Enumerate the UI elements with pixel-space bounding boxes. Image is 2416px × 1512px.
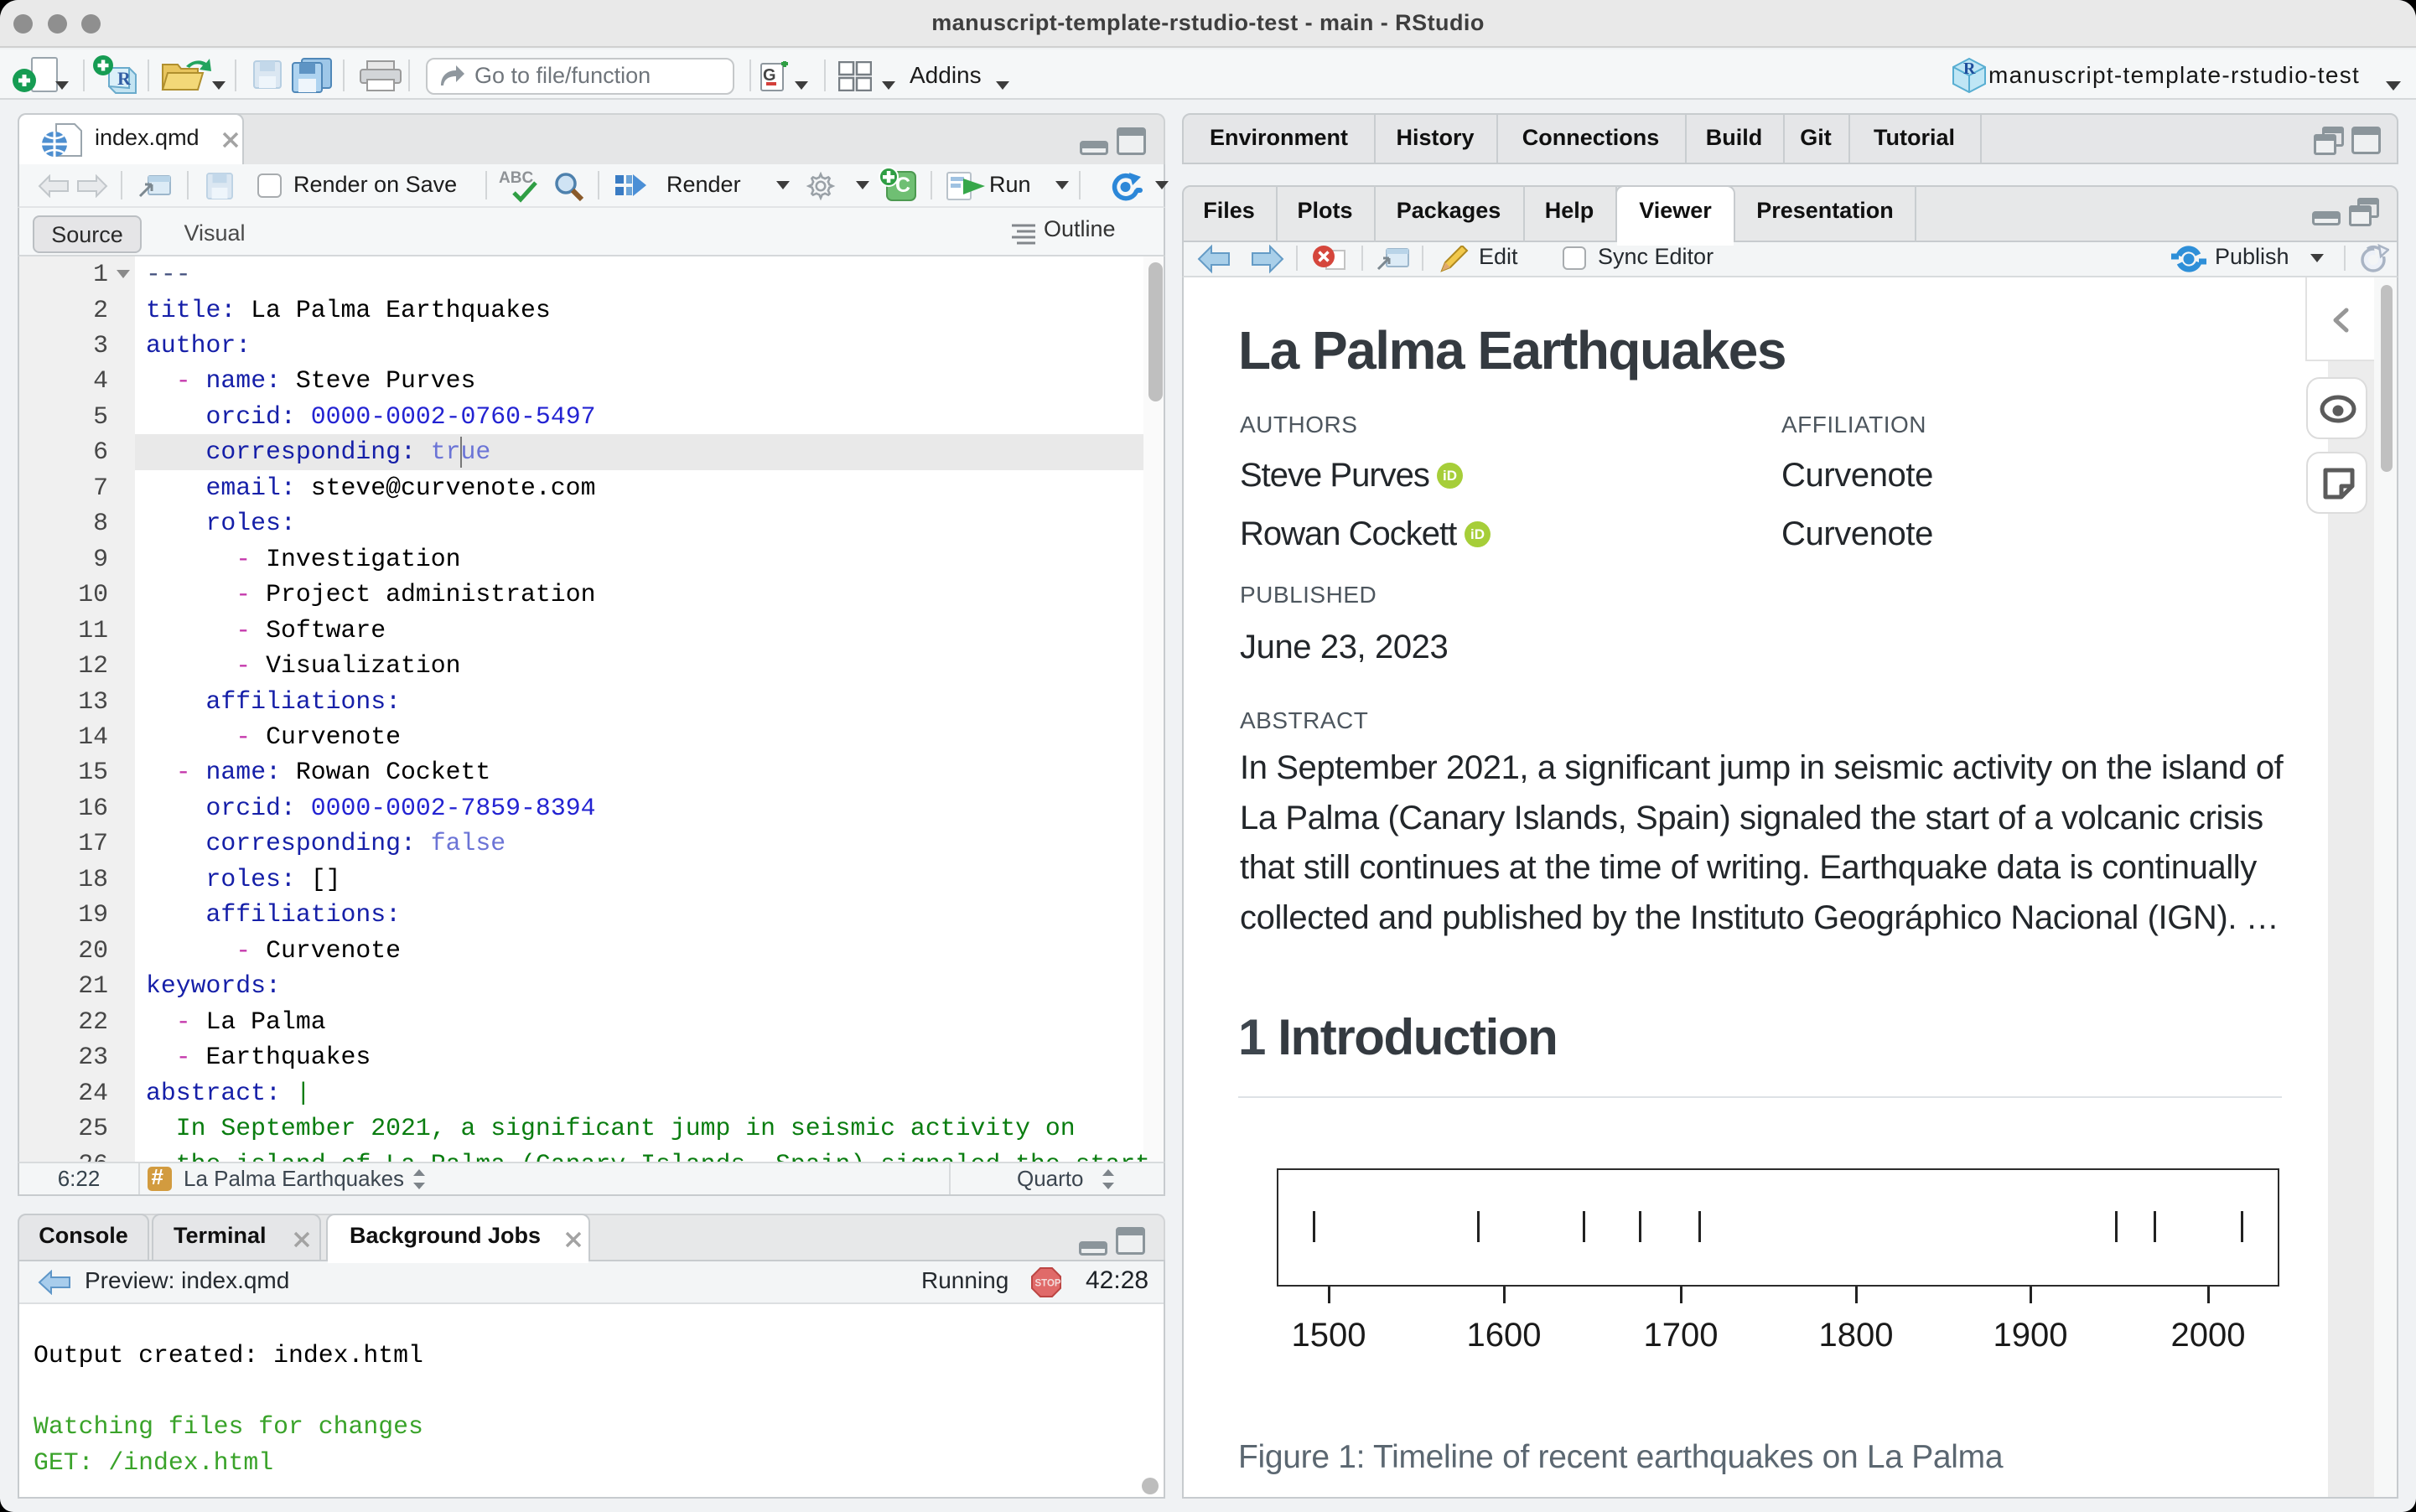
svg-text:STOP: STOP	[1035, 1279, 1061, 1289]
svg-text:G: G	[763, 66, 776, 85]
svg-text:R: R	[1963, 60, 1976, 78]
svg-text:R: R	[117, 68, 132, 89]
